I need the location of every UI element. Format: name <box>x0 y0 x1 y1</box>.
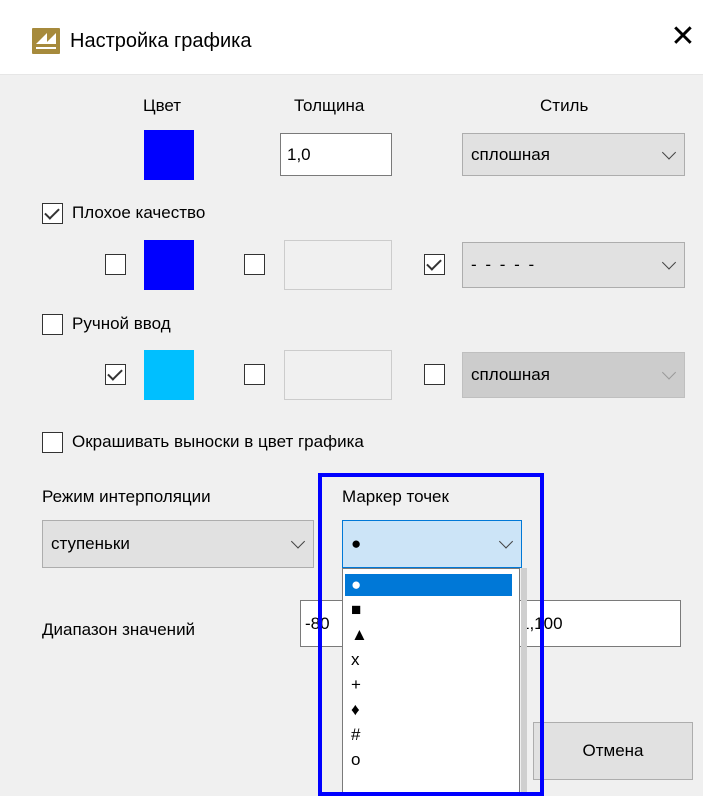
bad-quality-style-value: - - - - - <box>471 255 537 274</box>
marker-option[interactable]: # <box>345 724 512 746</box>
chevron-down-icon <box>290 534 306 549</box>
interpolation-select[interactable]: ступеньки <box>42 520 314 568</box>
bad-quality-style-checkbox[interactable] <box>424 254 445 275</box>
bad-quality-color-checkbox[interactable] <box>105 254 126 275</box>
style-select[interactable]: сплошная <box>462 133 685 176</box>
bad-quality-color-swatch[interactable] <box>144 240 194 290</box>
manual-input-label: Ручной ввод <box>72 314 171 333</box>
marker-select[interactable]: ● <box>342 520 522 568</box>
manual-input-style-checkbox[interactable] <box>424 364 445 385</box>
app-logo-icon <box>32 28 60 54</box>
marker-option[interactable]: ● <box>345 574 512 596</box>
chevron-down-icon <box>498 534 514 549</box>
thickness-input[interactable]: 1,0 <box>280 133 392 176</box>
chevron-down-icon <box>661 144 677 160</box>
chevron-down-icon <box>661 365 677 380</box>
manual-input-color-checkbox[interactable] <box>105 364 126 385</box>
range-label: Диапазон значений <box>42 620 196 639</box>
bad-quality-thickness-checkbox[interactable] <box>244 254 265 275</box>
interpolation-value: ступеньки <box>51 534 130 553</box>
manual-input-color-swatch[interactable] <box>144 350 194 400</box>
color-callouts-label: Окрашивать выноски в цвет графика <box>72 432 364 451</box>
range-max-input[interactable]: 1,100 <box>505 600 681 647</box>
color-callouts-checkbox[interactable] <box>42 432 63 453</box>
thickness-label: Толщина <box>294 96 365 115</box>
marker-label: Маркер точек <box>342 487 449 506</box>
bad-quality-thickness-input[interactable] <box>284 240 392 290</box>
bad-quality-checkbox[interactable] <box>42 203 63 224</box>
marker-option[interactable]: o <box>345 749 512 771</box>
marker-option[interactable]: + <box>345 674 512 696</box>
main-color-swatch[interactable] <box>144 130 194 180</box>
manual-input-thickness-input[interactable] <box>284 350 392 400</box>
chevron-down-icon <box>661 255 677 270</box>
bad-quality-style-select[interactable]: - - - - - <box>462 242 685 288</box>
marker-option[interactable]: x <box>345 649 512 671</box>
cancel-button-label: Отмена <box>582 741 644 760</box>
manual-input-checkbox[interactable] <box>42 314 63 335</box>
close-icon[interactable]: ✕ <box>668 22 698 52</box>
marker-option[interactable]: ▲ <box>345 624 512 646</box>
style-select-value: сплошная <box>471 144 550 164</box>
interpolation-label: Режим интерполяции <box>42 487 211 506</box>
cancel-button[interactable]: Отмена <box>533 722 693 780</box>
marker-select-value: ● <box>351 534 362 553</box>
manual-input-style-select[interactable]: сплошная <box>462 352 685 398</box>
manual-input-style-value: сплошная <box>471 365 550 384</box>
bad-quality-label: Плохое качество <box>72 203 206 222</box>
style-label: Стиль <box>540 96 589 115</box>
thickness-value: 1,0 <box>287 144 311 164</box>
marker-option[interactable]: ■ <box>345 599 512 621</box>
manual-input-thickness-checkbox[interactable] <box>244 364 265 385</box>
range-min-value: -80 <box>305 613 330 633</box>
dropdown-scrollbar[interactable] <box>521 568 527 796</box>
window-title: Настройка графика <box>70 30 252 52</box>
marker-dropdown-list: ● ■ ▲ x + ♦ # o <box>342 568 520 796</box>
marker-option[interactable]: ♦ <box>345 699 512 721</box>
color-label: Цвет <box>143 96 182 115</box>
